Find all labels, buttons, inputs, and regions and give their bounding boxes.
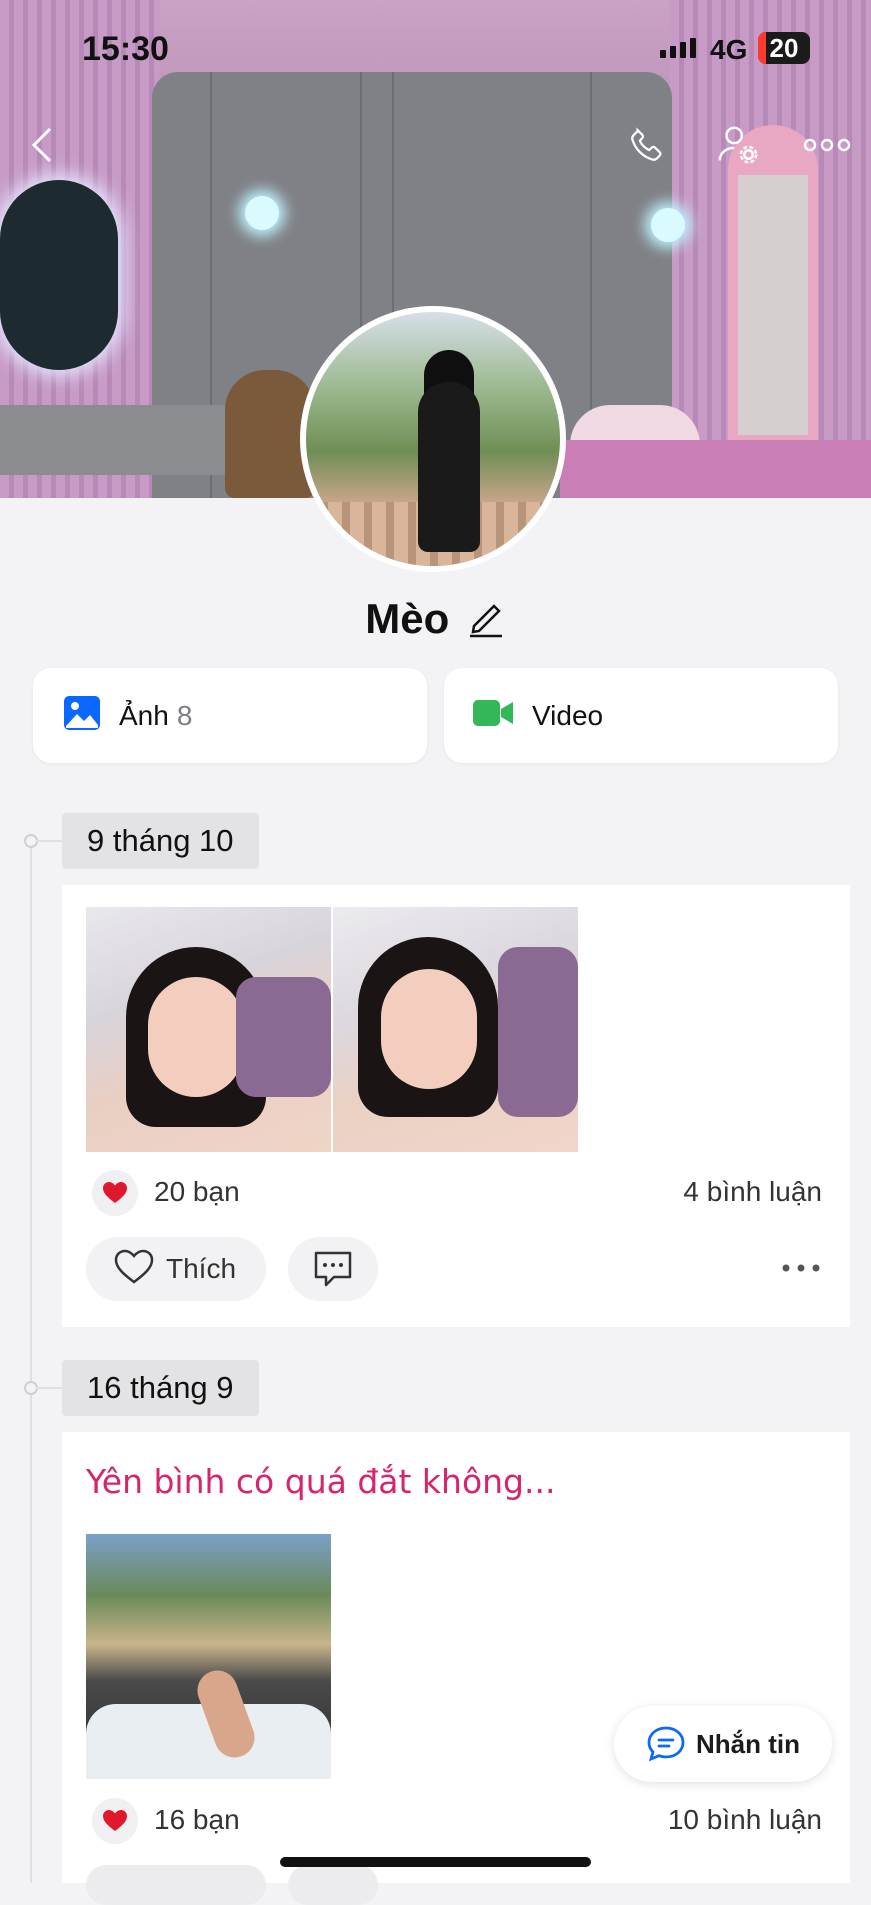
back-button[interactable] (12, 115, 72, 175)
call-button[interactable] (617, 115, 677, 175)
comment-count[interactable]: 4 bình luận (683, 1176, 822, 1208)
avatar[interactable] (300, 306, 566, 572)
more-options-button[interactable] (797, 115, 857, 175)
comment-button[interactable] (288, 1865, 378, 1905)
comment-icon (314, 1251, 352, 1287)
post-date: 9 tháng 10 (62, 813, 259, 869)
profile-settings-button[interactable] (708, 115, 768, 175)
profile-name-row: Mèo (0, 595, 871, 643)
timeline-post: 20 bạn 4 bình luận Thích (62, 885, 850, 1327)
message-label: Nhắn tin (696, 1728, 800, 1759)
videos-label: Video (532, 699, 604, 731)
timeline-line (30, 840, 32, 1883)
reaction-summary[interactable]: 16 bạn 10 bình luận (92, 1798, 822, 1848)
signal-icon (660, 38, 696, 58)
edit-name-button[interactable] (466, 596, 506, 643)
photos-card[interactable]: Ảnh 8 (33, 668, 427, 763)
timeline-connector (36, 840, 62, 842)
post-photo[interactable] (86, 907, 331, 1152)
message-button[interactable]: Nhắn tin (614, 1706, 832, 1782)
image-icon (63, 695, 101, 736)
reaction-summary[interactable]: 20 bạn 4 bình luận (92, 1170, 822, 1220)
heart-icon (92, 1798, 138, 1844)
video-camera-icon (472, 698, 514, 733)
network-type: 4G (710, 34, 748, 65)
photos-label: Ảnh (119, 699, 169, 731)
battery-level: 20 (769, 33, 799, 63)
chevron-left-icon (31, 127, 52, 163)
post-photo[interactable] (333, 907, 578, 1152)
post-date: 16 tháng 9 (62, 1360, 259, 1416)
user-gear-icon (718, 126, 758, 164)
post-photo[interactable] (86, 1534, 331, 1779)
comment-button[interactable] (288, 1237, 378, 1301)
heart-icon (92, 1170, 138, 1216)
heart-outline-icon (114, 1249, 154, 1290)
like-button[interactable] (86, 1865, 266, 1905)
photos-count: 8 (176, 699, 193, 731)
like-count: 20 bạn (154, 1176, 240, 1207)
battery-icon: 20 (758, 32, 810, 64)
profile-name: Mèo (365, 595, 450, 642)
chat-bubble-icon (647, 1726, 685, 1762)
phone-icon (631, 127, 662, 161)
like-count: 16 bạn (154, 1804, 240, 1835)
post-caption: Yên bình có quá đắt không... (86, 1462, 556, 1501)
more-horizontal-icon (782, 1264, 820, 1272)
post-more-button[interactable] (776, 1253, 826, 1283)
status-time: 15:30 (82, 30, 169, 68)
post-actions: Thích (86, 1237, 826, 1301)
pencil-icon (469, 603, 502, 637)
timeline-connector (36, 1387, 62, 1389)
status-bar: 15:30 4G 20 (0, 0, 871, 100)
timeline-post: Yên bình có quá đắt không... 16 bạn 10 b… (62, 1432, 850, 1883)
videos-card[interactable]: Video (444, 668, 838, 763)
home-indicator[interactable] (280, 1857, 591, 1867)
like-button[interactable]: Thích (86, 1237, 266, 1301)
comment-count[interactable]: 10 bình luận (668, 1804, 822, 1836)
more-horizontal-icon (803, 138, 851, 152)
like-label: Thích (166, 1253, 237, 1284)
